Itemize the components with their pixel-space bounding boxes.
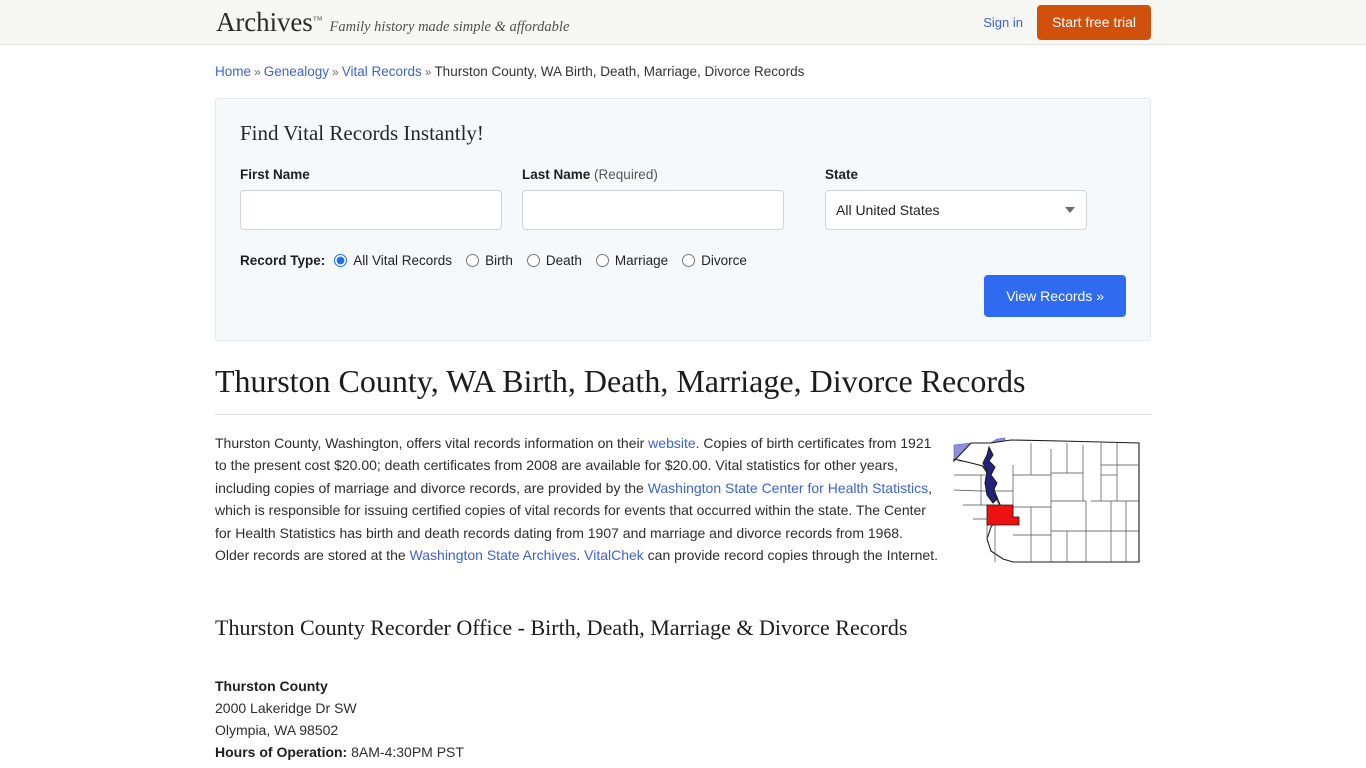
office-name: Thurston County [215, 677, 328, 694]
paragraph-part-1: Thurston County, Washington, offers vita… [215, 434, 649, 451]
first-name-field-group: First Name [240, 167, 502, 230]
radio-input-death[interactable] [526, 254, 540, 267]
paragraph-part-5: can provide record copies through the In… [643, 547, 938, 564]
website-link[interactable]: website [648, 435, 695, 451]
radio-label-death: Death [545, 253, 582, 268]
radio-input-birth[interactable] [466, 254, 480, 267]
radio-death[interactable]: Death [526, 253, 582, 268]
logo-text: Archives [216, 6, 313, 37]
office-website-line: Website [215, 763, 1151, 768]
hours-value: 8AM-4:30PM PST [351, 743, 464, 760]
health-statistics-link[interactable]: Washington State Center for Health Stati… [648, 480, 928, 496]
state-field-group: State All United States [825, 167, 1087, 230]
start-free-trial-button[interactable]: Start free trial [1036, 4, 1151, 40]
radio-all-vital-records[interactable]: All Vital Records [334, 253, 452, 268]
state-select-wrapper[interactable]: All United States [825, 190, 1087, 230]
state-select[interactable]: All United States [825, 190, 1087, 230]
search-fields-row: First Name Last Name (Required) State Al… [240, 167, 1126, 230]
radio-divorce[interactable]: Divorce [682, 253, 747, 268]
radio-input-divorce[interactable] [682, 254, 696, 267]
state-select-value: All United States [836, 202, 940, 218]
first-name-label-text: First Name [240, 167, 310, 182]
breadcrumb-item-genealogy[interactable]: Genealogy [264, 64, 329, 79]
header-actions: Sign in Start free trial [983, 0, 1151, 44]
search-submit-row: View Records » [984, 275, 1126, 317]
last-name-label: Last Name (Required) [522, 167, 784, 182]
state-label-text: State [825, 167, 859, 182]
radio-input-all-vital-records[interactable] [334, 254, 348, 267]
state-archives-link[interactable]: Washington State Archives [410, 547, 577, 563]
search-panel-title: Find Vital Records Instantly! [240, 121, 484, 145]
office-address-block: Thurston County 2000 Lakeridge Dr SW Oly… [215, 675, 1151, 768]
radio-birth[interactable]: Birth [466, 253, 513, 268]
vitalchek-link[interactable]: VitalChek [584, 547, 644, 563]
office-hours-line: Hours of Operation: 8AM-4:30PM PST [215, 741, 1151, 763]
office-street: 2000 Lakeridge Dr SW [215, 699, 357, 716]
site-tagline: Family history made simple & affordable [329, 18, 570, 35]
site-logo[interactable]: Archives ™ Family history made simple & a… [216, 6, 570, 37]
record-type-row: Record Type: All Vital Records Birth Dea… [240, 253, 1126, 268]
radio-label-all-vital-records: All Vital Records [353, 253, 453, 268]
breadcrumb-item-home[interactable]: Home [215, 64, 251, 79]
first-name-input[interactable] [240, 190, 502, 230]
vital-records-search-panel: Find Vital Records Instantly! First Name… [215, 98, 1151, 341]
radio-label-birth: Birth [485, 253, 513, 268]
page-title: Thurston County, WA Birth, Death, Marria… [215, 363, 1151, 415]
trademark-icon: ™ [312, 14, 323, 26]
breadcrumb-separator-icon: » [424, 65, 432, 79]
radio-marriage[interactable]: Marriage [595, 253, 669, 268]
article: Thurston County, Washington, offers vita… [215, 432, 1151, 768]
paragraph-part-4: . [576, 547, 585, 564]
recorder-office-subtitle: Thurston County Recorder Office - Birth,… [215, 614, 908, 640]
radio-input-marriage[interactable] [595, 254, 609, 267]
site-header: Archives ™ Family history made simple & a… [0, 0, 1366, 45]
office-city-state-zip: Olympia, WA 98502 [215, 721, 339, 738]
breadcrumb-separator-icon: » [332, 65, 339, 79]
state-label: State [825, 167, 1087, 182]
record-type-label: Record Type: [240, 253, 326, 268]
last-name-required-note: (Required) [594, 167, 658, 182]
first-name-label: First Name [240, 167, 502, 182]
washington-county-map [953, 437, 1140, 563]
last-name-input[interactable] [522, 190, 784, 230]
radio-label-marriage: Marriage [614, 253, 669, 268]
hours-label: Hours of Operation: [215, 743, 348, 760]
last-name-field-group: Last Name (Required) [522, 167, 784, 230]
breadcrumb: Home» Genealogy» Vital Records» Thurston Co… [215, 45, 1151, 80]
view-records-button[interactable]: View Records » [984, 275, 1126, 317]
breadcrumb-separator-icon: » [254, 65, 261, 79]
sign-in-link[interactable]: Sign in [983, 15, 1023, 30]
radio-label-divorce: Divorce [701, 253, 747, 268]
breadcrumb-item-vital-records[interactable]: Vital Records [342, 64, 422, 79]
last-name-label-text: Last Name [522, 167, 591, 182]
header-inner: Archives ™ Family history made simple & a… [215, 0, 1151, 44]
page-content: Home» Genealogy» Vital Records» Thurston Co… [215, 45, 1151, 768]
breadcrumb-item-current: Thurston County, WA Birth, Death, Marria… [434, 64, 805, 79]
